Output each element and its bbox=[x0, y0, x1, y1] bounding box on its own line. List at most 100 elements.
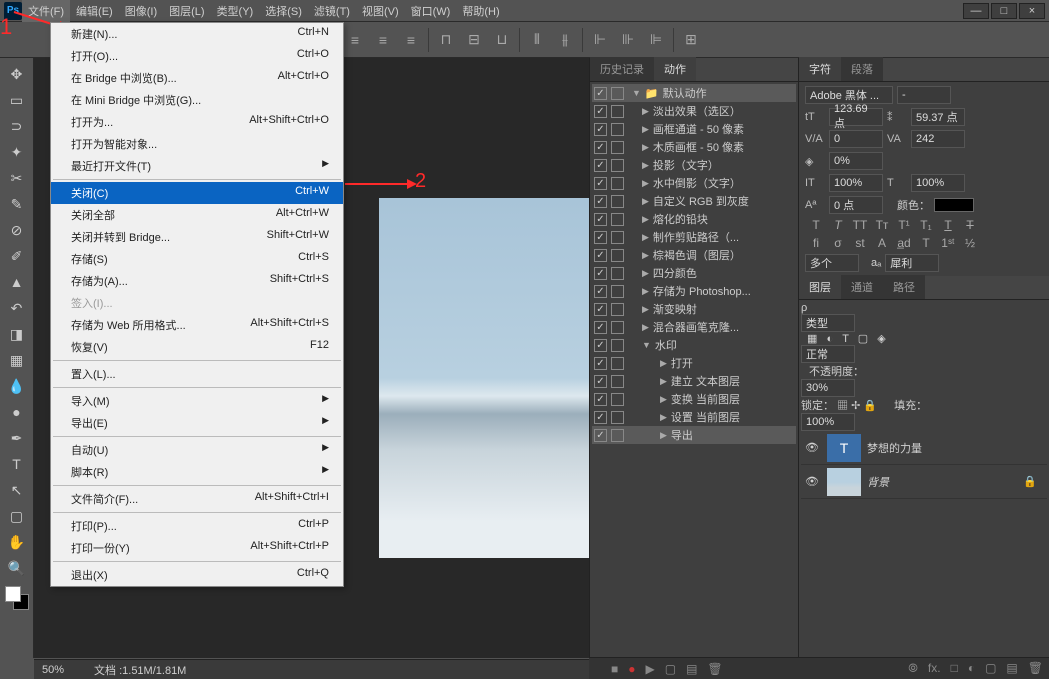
font-size-field[interactable]: 123.69 点 bbox=[829, 108, 883, 126]
menu-item[interactable]: 打印一份(Y)Alt+Shift+Ctrl+P bbox=[51, 537, 343, 559]
record-icon[interactable]: ● bbox=[628, 662, 635, 676]
layer-filter-field[interactable]: 类型 bbox=[801, 314, 855, 332]
menu-image[interactable]: 图像(I) bbox=[119, 0, 163, 22]
blur-tool[interactable]: 💧 bbox=[3, 374, 31, 398]
layer-mask-icon[interactable]: □ bbox=[951, 661, 958, 676]
new-action-icon[interactable]: ▤ bbox=[686, 662, 697, 676]
font-family-field[interactable]: Adobe 黑体 ... bbox=[805, 86, 893, 104]
subscript-button[interactable]: T₁ bbox=[917, 218, 935, 232]
align-center-icon[interactable]: ≡ bbox=[372, 29, 394, 51]
trash-icon[interactable]: 🗑 bbox=[707, 662, 722, 676]
menu-item[interactable]: 导入(M)▶ bbox=[51, 390, 343, 412]
visibility-toggle[interactable]: 👁 bbox=[803, 475, 821, 488]
text-color-swatch[interactable] bbox=[934, 198, 974, 212]
dodge-tool[interactable]: ● bbox=[3, 400, 31, 424]
distribute-left-icon[interactable]: ⊩ bbox=[589, 29, 611, 51]
crop-tool[interactable]: ✂ bbox=[3, 166, 31, 190]
tab-history[interactable]: 历史记录 bbox=[590, 57, 654, 81]
eyedropper-tool[interactable]: ✎ bbox=[3, 192, 31, 216]
maximize-button[interactable]: □ bbox=[991, 3, 1017, 19]
color-swatches[interactable] bbox=[5, 586, 29, 610]
menu-window[interactable]: 窗口(W) bbox=[405, 0, 457, 22]
action-row[interactable]: ▼水印 bbox=[592, 336, 796, 354]
allcaps-button[interactable]: TT bbox=[851, 218, 869, 232]
action-row[interactable]: ▶投影（文字） bbox=[592, 156, 796, 174]
action-row[interactable]: ▶变换 当前图层 bbox=[592, 390, 796, 408]
filter-shape-icon[interactable]: ▢ bbox=[858, 333, 868, 345]
menu-filter[interactable]: 滤镜(T) bbox=[308, 0, 356, 22]
menu-select[interactable]: 选择(S) bbox=[259, 0, 308, 22]
menu-item[interactable]: 置入(L)... bbox=[51, 363, 343, 385]
menu-item[interactable]: 关闭并转到 Bridge...Shift+Ctrl+W bbox=[51, 226, 343, 248]
action-row[interactable]: ▶混合器画笔克隆... bbox=[592, 318, 796, 336]
history-brush-tool[interactable]: ↶ bbox=[3, 296, 31, 320]
italic-button[interactable]: T bbox=[829, 218, 847, 232]
opacity-field[interactable]: 30% bbox=[801, 379, 855, 397]
action-row[interactable]: ▶画框通道 - 50 像素 bbox=[592, 120, 796, 138]
tab-actions[interactable]: 动作 bbox=[654, 57, 696, 81]
lock-all-icon[interactable]: 🔒 bbox=[863, 400, 877, 412]
action-row[interactable]: ▶存储为 Photoshop... bbox=[592, 282, 796, 300]
menu-item[interactable]: 存储为(A)...Shift+Ctrl+S bbox=[51, 270, 343, 292]
marquee-tool[interactable]: ▭ bbox=[3, 88, 31, 112]
layer-row[interactable]: 👁 T 梦想的力量 bbox=[801, 431, 1047, 465]
menu-item[interactable]: 脚本(R)▶ bbox=[51, 461, 343, 483]
menu-item[interactable]: 打印(P)...Ctrl+P bbox=[51, 515, 343, 537]
tracking-field[interactable]: 242 bbox=[911, 130, 965, 148]
distribute-v-icon[interactable]: ⫵ bbox=[554, 29, 576, 51]
menu-layer[interactable]: 图层(L) bbox=[163, 0, 210, 22]
language-field[interactable]: 多个 bbox=[805, 254, 859, 272]
visibility-toggle[interactable]: 👁 bbox=[803, 441, 821, 454]
group-icon[interactable]: ▢ bbox=[985, 661, 996, 676]
filter-pixel-icon[interactable]: ▦ bbox=[807, 333, 817, 345]
lock-position-icon[interactable]: ✢ bbox=[851, 400, 860, 412]
eraser-tool[interactable]: ◨ bbox=[3, 322, 31, 346]
menu-item[interactable]: 存储(S)Ctrl+S bbox=[51, 248, 343, 270]
menu-type[interactable]: 类型(Y) bbox=[211, 0, 260, 22]
menu-item[interactable]: 退出(X)Ctrl+Q bbox=[51, 564, 343, 586]
action-row[interactable]: ▶熔化的铅块 bbox=[592, 210, 796, 228]
align-left-icon[interactable]: ≡ bbox=[344, 29, 366, 51]
menu-item[interactable]: 在 Mini Bridge 中浏览(G)... bbox=[51, 89, 343, 111]
tab-channels[interactable]: 通道 bbox=[841, 275, 883, 299]
action-row[interactable]: ▶建立 文本图层 bbox=[592, 372, 796, 390]
menu-item[interactable]: 打开(O)...Ctrl+O bbox=[51, 45, 343, 67]
layer-name[interactable]: 背景 bbox=[867, 474, 889, 490]
superscript-button[interactable]: T¹ bbox=[895, 218, 913, 232]
underline-button[interactable]: T bbox=[939, 218, 957, 232]
menu-item[interactable]: 关闭全部Alt+Ctrl+W bbox=[51, 204, 343, 226]
adjustment-layer-icon[interactable]: ◐ bbox=[968, 661, 975, 676]
menu-item[interactable]: 关闭(C)Ctrl+W bbox=[51, 182, 343, 204]
kerning-field[interactable]: 0 bbox=[829, 130, 883, 148]
menu-item[interactable]: 打开为智能对象... bbox=[51, 133, 343, 155]
tab-paths[interactable]: 路径 bbox=[883, 275, 925, 299]
action-row[interactable]: ▶水中倒影（文字） bbox=[592, 174, 796, 192]
gradient-tool[interactable]: ▦ bbox=[3, 348, 31, 372]
action-row[interactable]: ▶棕褐色调（图层） bbox=[592, 246, 796, 264]
auto-align-icon[interactable]: ⊞ bbox=[680, 29, 702, 51]
lasso-tool[interactable]: ⊃ bbox=[3, 114, 31, 138]
layer-name[interactable]: 梦想的力量 bbox=[867, 440, 922, 456]
antialias-field[interactable]: 犀利 bbox=[885, 254, 939, 272]
strikethrough-button[interactable]: T bbox=[961, 218, 979, 232]
action-row[interactable]: ▶四分颜色 bbox=[592, 264, 796, 282]
pen-tool[interactable]: ✒ bbox=[3, 426, 31, 450]
new-layer-icon[interactable]: ▤ bbox=[1006, 661, 1017, 676]
tab-layers[interactable]: 图层 bbox=[799, 275, 841, 299]
menu-item[interactable]: 新建(N)...Ctrl+N bbox=[51, 23, 343, 45]
filter-type-icon[interactable]: T bbox=[842, 333, 849, 345]
distribute-center-icon[interactable]: ⊪ bbox=[617, 29, 639, 51]
layer-fx-icon[interactable]: fx. bbox=[928, 661, 941, 676]
menu-item[interactable]: 打开为...Alt+Shift+Ctrl+O bbox=[51, 111, 343, 133]
tab-character[interactable]: 字符 bbox=[799, 57, 841, 81]
stamp-tool[interactable]: ▲ bbox=[3, 270, 31, 294]
scale-field[interactable]: 0% bbox=[829, 152, 883, 170]
play-icon[interactable]: ▶ bbox=[646, 662, 655, 676]
healing-tool[interactable]: ⊘ bbox=[3, 218, 31, 242]
menu-view[interactable]: 视图(V) bbox=[356, 0, 405, 22]
shape-tool[interactable]: ▢ bbox=[3, 504, 31, 528]
delete-layer-icon[interactable]: 🗑 bbox=[1028, 661, 1043, 676]
action-row[interactable]: ▶淡出效果（选区） bbox=[592, 102, 796, 120]
action-row[interactable]: ▶渐变映射 bbox=[592, 300, 796, 318]
path-select-tool[interactable]: ↖ bbox=[3, 478, 31, 502]
